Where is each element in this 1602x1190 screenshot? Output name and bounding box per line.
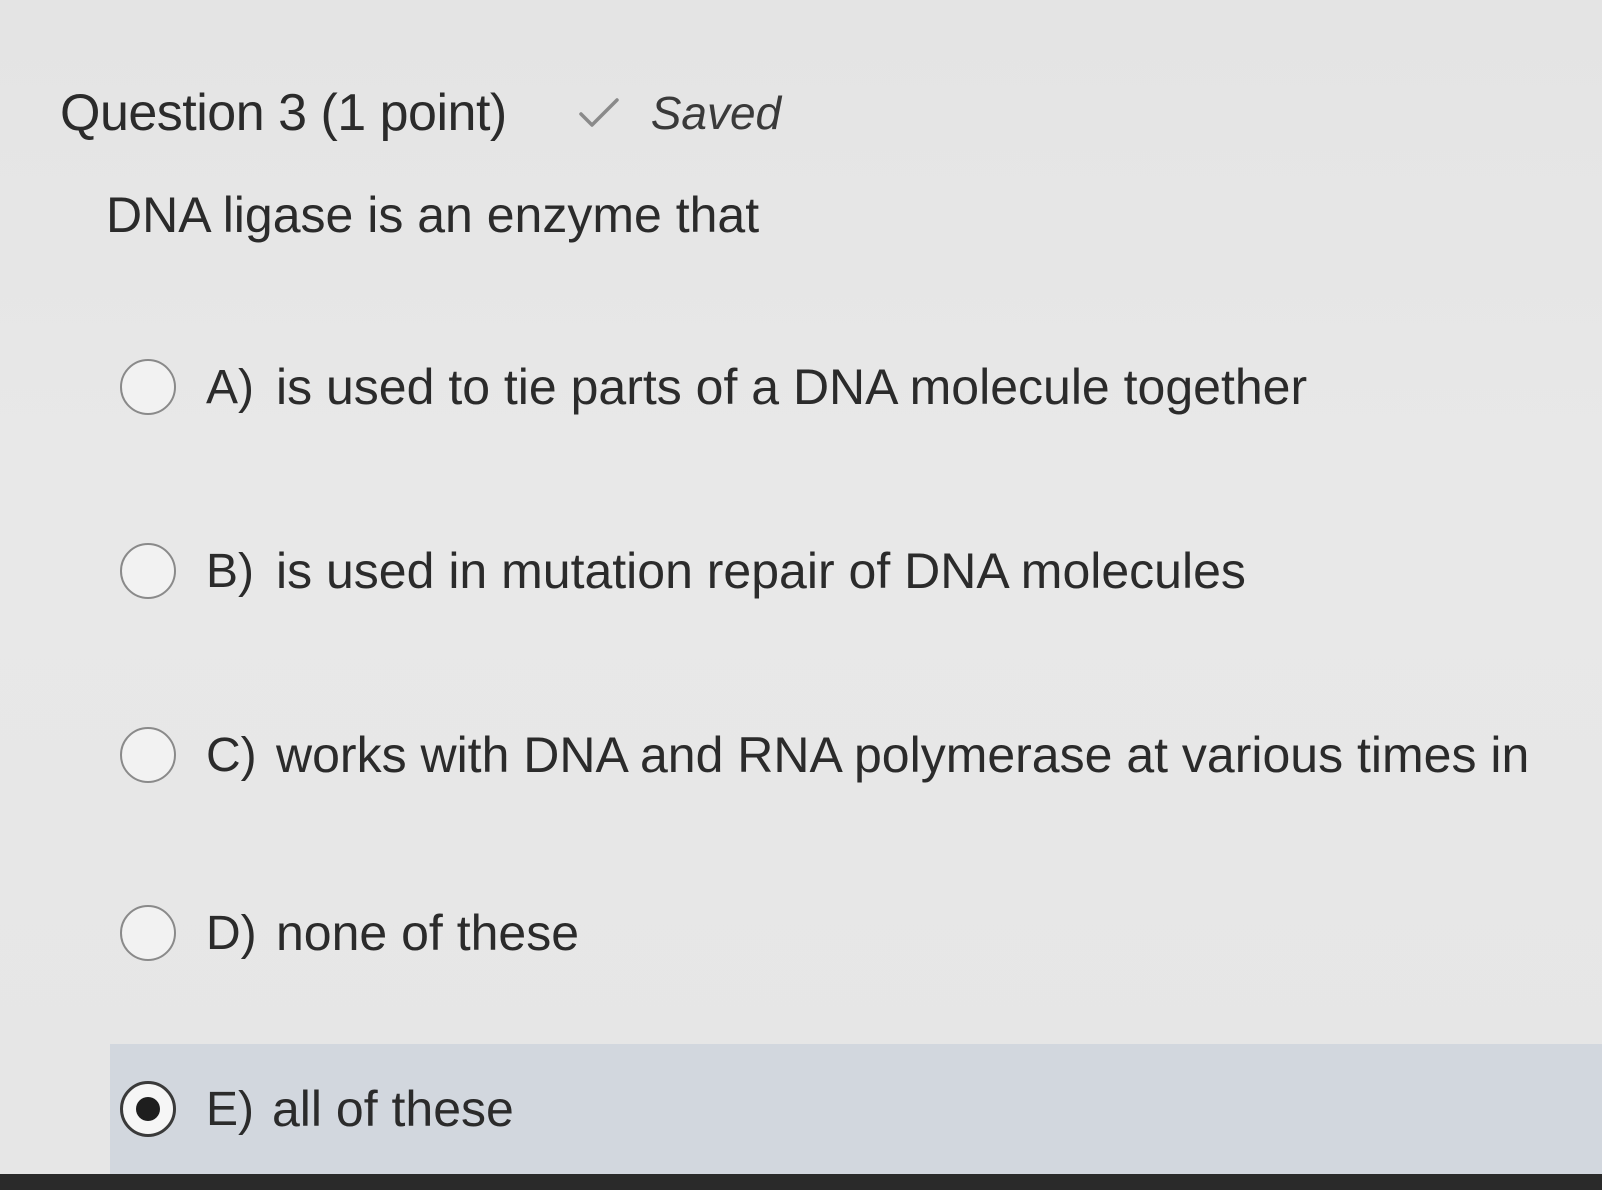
option-text: is used to tie parts of a DNA molecule t… (276, 359, 1308, 415)
radio-button-d[interactable] (120, 905, 176, 961)
option-text: none of these (276, 905, 580, 961)
saved-label: Saved (650, 87, 782, 139)
radio-button-c[interactable] (120, 727, 176, 783)
option-letter: C) (206, 728, 257, 782)
radio-button-e-selected[interactable] (120, 1081, 176, 1137)
option-text: works with DNA and RNA polymerase at var… (276, 727, 1530, 783)
bottom-edge (0, 1174, 1602, 1190)
radio-button-a[interactable] (120, 359, 176, 415)
option-d[interactable]: D) none of these (0, 868, 1602, 998)
checkmark-icon (578, 98, 619, 127)
radio-button-b[interactable] (120, 543, 176, 599)
saved-status: Saved (577, 86, 781, 140)
option-a[interactable]: A) is used to tie parts of a DNA molecul… (0, 322, 1602, 452)
option-text: all of these (272, 1081, 514, 1137)
option-b[interactable]: B) is used in mutation repair of DNA mol… (0, 506, 1602, 636)
option-e[interactable]: E) all of these (110, 1044, 1602, 1174)
option-text: is used in mutation repair of DNA molecu… (276, 543, 1246, 599)
question-stem: DNA ligase is an enzyme that (106, 187, 760, 243)
question-title: Question 3 (1 point) (60, 84, 507, 142)
option-letter: A) (206, 360, 254, 414)
option-letter: D) (206, 906, 257, 960)
option-c[interactable]: C) works with DNA and RNA polymerase at … (0, 690, 1602, 820)
option-letter: E) (206, 1082, 254, 1136)
question-header: Question 3 (1 point) Saved (60, 78, 781, 148)
option-letter: B) (206, 544, 254, 598)
radio-selected-dot (136, 1097, 160, 1121)
